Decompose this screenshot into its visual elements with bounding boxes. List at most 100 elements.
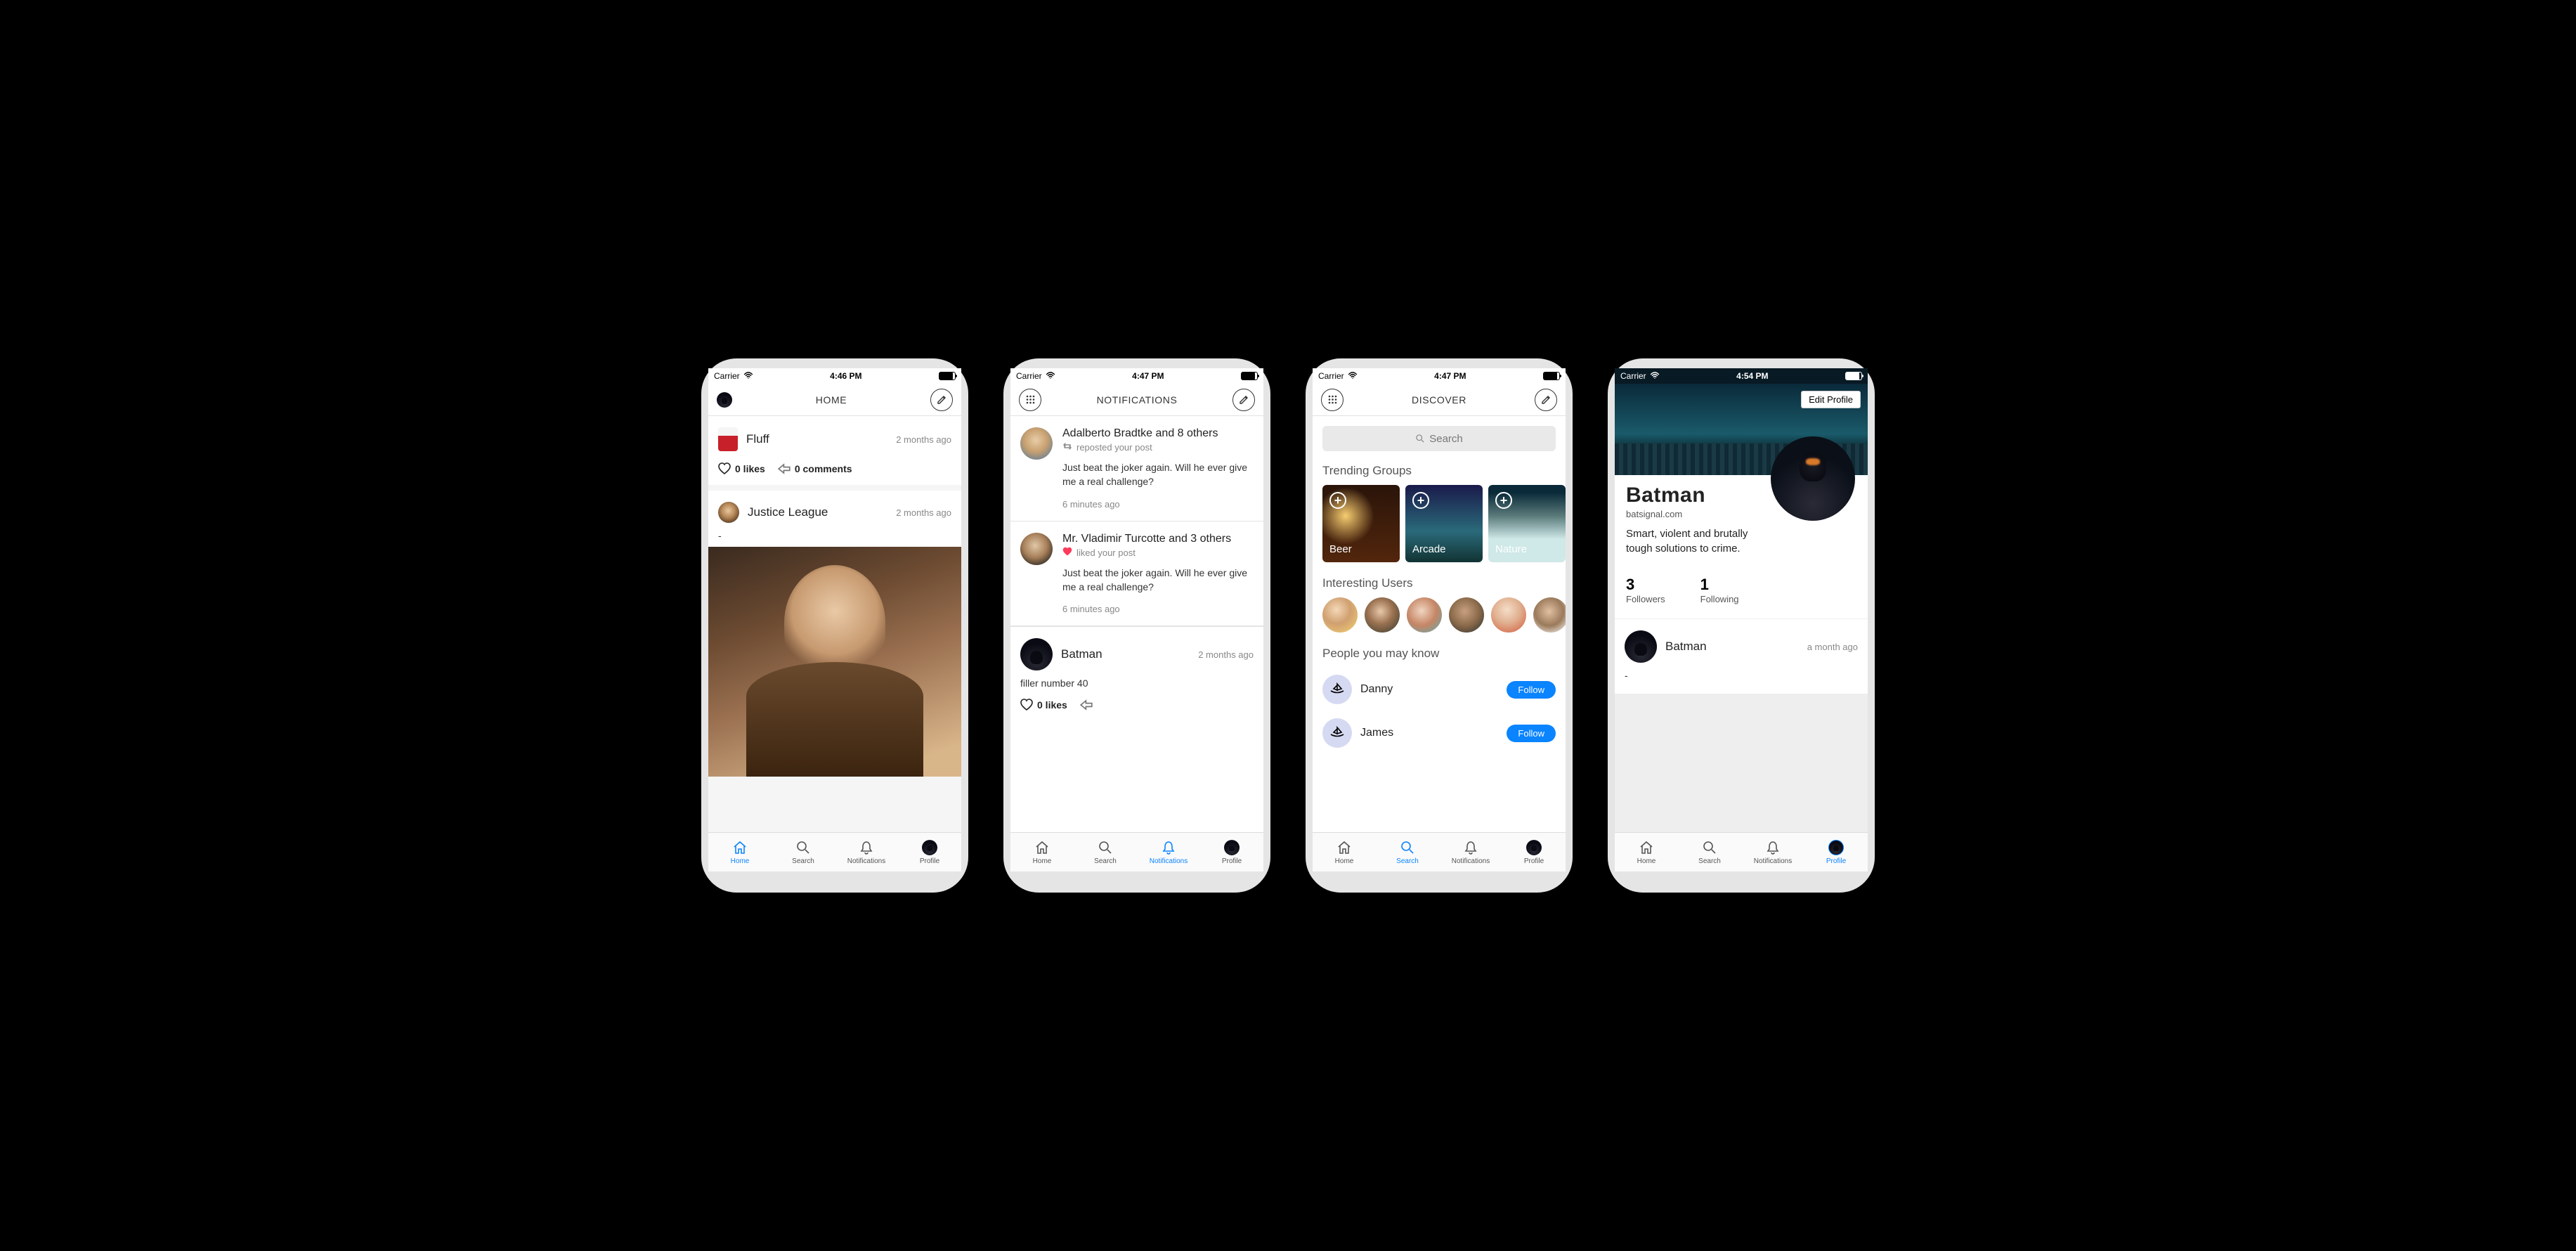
pymk-row[interactable]: Danny Follow	[1313, 668, 1566, 711]
menu-grid-button[interactable]	[1321, 389, 1344, 411]
feed-post[interactable]: Fluff 2 months ago 0 likes 0 comments	[708, 416, 961, 491]
profile-avatar-icon	[922, 840, 937, 855]
user-avatar[interactable]	[1365, 597, 1400, 633]
tab-profile[interactable]: Profile	[898, 833, 961, 871]
menu-grid-button[interactable]	[1019, 389, 1041, 411]
tab-home[interactable]: Home	[1615, 833, 1678, 871]
tab-label: Profile	[1524, 857, 1544, 865]
tab-label: Notifications	[1452, 857, 1490, 865]
tab-notifications[interactable]: Notifications	[1439, 833, 1502, 871]
tab-notifications[interactable]: Notifications	[835, 833, 898, 871]
user-avatar[interactable]	[1322, 597, 1358, 633]
phone-notifications: Carrier 4:47 PM NOTIFICATIONS Adalberto …	[1003, 358, 1270, 893]
user-avatar-button[interactable]	[717, 392, 732, 408]
pymk-avatar[interactable]	[1322, 718, 1352, 748]
tab-home[interactable]: Home	[1010, 833, 1074, 871]
group-card[interactable]: + Nature	[1488, 485, 1566, 562]
pymk-row[interactable]: James Follow	[1313, 711, 1566, 755]
notification-row[interactable]: Adalberto Bradtke and 8 others reposted …	[1010, 416, 1263, 521]
battery-icon	[939, 372, 956, 380]
post-author-avatar[interactable]	[718, 502, 739, 523]
share-button[interactable]	[1080, 699, 1093, 711]
add-group-icon[interactable]: +	[1412, 492, 1429, 509]
notif-time: 6 minutes ago	[1062, 499, 1254, 510]
post-time: 2 months ago	[896, 507, 951, 518]
tab-label: Home	[1637, 857, 1656, 865]
post-author-avatar[interactable]	[1625, 630, 1657, 663]
notif-avatar[interactable]	[1020, 427, 1053, 460]
post-author-name[interactable]: Justice League	[748, 505, 828, 519]
notif-avatar[interactable]	[1020, 533, 1053, 565]
feed-post[interactable]: Justice League 2 months ago -	[708, 491, 961, 782]
notif-title: Mr. Vladimir Turcotte and 3 others	[1062, 533, 1254, 545]
group-card[interactable]: + Beer	[1322, 485, 1400, 562]
status-time: 4:46 PM	[830, 371, 861, 381]
tab-search[interactable]: Search	[1074, 833, 1137, 871]
notif-time: 6 minutes ago	[1062, 604, 1254, 614]
post-author-avatar[interactable]	[1020, 638, 1053, 670]
follow-button[interactable]: Follow	[1507, 681, 1556, 699]
add-group-icon[interactable]: +	[1495, 492, 1512, 509]
app-header: DISCOVER	[1313, 384, 1566, 416]
tab-home[interactable]: Home	[1313, 833, 1376, 871]
tab-search[interactable]: Search	[1678, 833, 1741, 871]
user-avatar[interactable]	[1491, 597, 1526, 633]
tab-label: Search	[792, 857, 814, 865]
user-avatar[interactable]	[1407, 597, 1442, 633]
profile-feed-post[interactable]: Batman a month ago -	[1615, 619, 1868, 694]
status-bar: Carrier 4:47 PM	[1313, 368, 1566, 384]
profile-picture[interactable]	[1771, 436, 1855, 521]
notification-row[interactable]: Mr. Vladimir Turcotte and 3 others liked…	[1010, 521, 1263, 627]
user-avatar[interactable]	[1449, 597, 1484, 633]
compose-button[interactable]	[930, 389, 953, 411]
tab-notifications[interactable]: Notifications	[1137, 833, 1200, 871]
tab-label: Search	[1698, 857, 1721, 865]
compose-button[interactable]	[1232, 389, 1255, 411]
tab-profile[interactable]: Profile	[1804, 833, 1868, 871]
post-image[interactable]	[708, 547, 961, 777]
group-label: Nature	[1495, 543, 1559, 555]
post-author-avatar[interactable]	[718, 427, 738, 451]
post-author-name[interactable]: Batman	[1061, 647, 1102, 661]
comments-button[interactable]: 0 comments	[778, 462, 852, 475]
group-card[interactable]: +Arcade	[1405, 485, 1483, 562]
stat-following[interactable]: 1Following	[1700, 576, 1739, 604]
status-time: 4:54 PM	[1736, 371, 1768, 381]
wifi-icon	[1046, 371, 1055, 381]
user-avatar[interactable]	[1533, 597, 1566, 633]
status-bar: Carrier 4:54 PM	[1615, 368, 1868, 384]
post-author-name[interactable]: Batman	[1665, 640, 1707, 654]
tabbar: Home Search Notifications Profile	[1615, 832, 1868, 871]
wifi-icon	[1650, 371, 1660, 381]
section-interesting-users: Interesting Users	[1313, 573, 1566, 597]
profile-avatar-icon	[1828, 840, 1844, 855]
compose-button[interactable]	[1535, 389, 1557, 411]
search-input[interactable]: Search	[1322, 426, 1556, 451]
tab-profile[interactable]: Profile	[1502, 833, 1566, 871]
status-time: 4:47 PM	[1434, 371, 1466, 381]
post-body: filler number 40	[1010, 678, 1263, 694]
tab-search[interactable]: Search	[1376, 833, 1439, 871]
tab-search[interactable]: Search	[772, 833, 835, 871]
interesting-users-scroller[interactable]	[1313, 597, 1566, 644]
follow-button[interactable]: Follow	[1507, 725, 1556, 742]
phone-home: Carrier 4:46 PM HOME Fluff 2 months ago …	[701, 358, 968, 893]
trending-groups-scroller[interactable]: + Beer +Arcade + Nature	[1313, 485, 1566, 573]
tab-label: Profile	[1222, 857, 1242, 865]
stat-followers[interactable]: 3Followers	[1626, 576, 1665, 604]
edit-profile-button[interactable]: Edit Profile	[1801, 391, 1861, 408]
tab-profile[interactable]: Profile	[1200, 833, 1263, 871]
add-group-icon[interactable]: +	[1329, 492, 1346, 509]
status-bar: Carrier 4:47 PM	[1010, 368, 1263, 384]
tab-label: Profile	[920, 857, 939, 865]
stat-number: 3	[1626, 576, 1665, 594]
likes-button[interactable]: 0 likes	[1020, 699, 1067, 711]
section-pymk: People you may know	[1313, 644, 1566, 668]
group-label: Beer	[1329, 543, 1393, 555]
tab-home[interactable]: Home	[708, 833, 772, 871]
likes-button[interactable]: 0 likes	[718, 462, 765, 475]
post-author-name[interactable]: Fluff	[746, 432, 769, 446]
carrier-label: Carrier	[1016, 371, 1042, 381]
tab-notifications[interactable]: Notifications	[1741, 833, 1804, 871]
pymk-avatar[interactable]	[1322, 675, 1352, 704]
